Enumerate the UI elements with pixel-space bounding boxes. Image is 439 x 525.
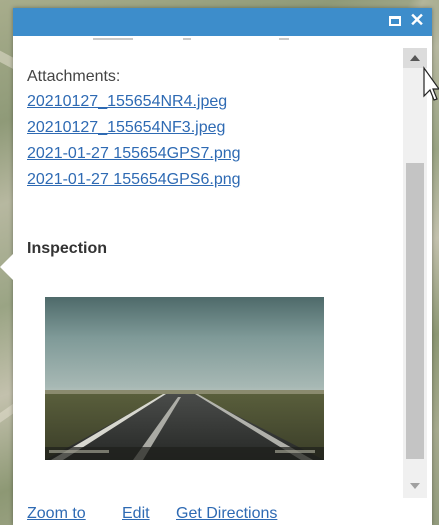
attachment-link[interactable]: 2021-01-27 155654GPS6.png xyxy=(27,171,241,189)
inspection-photo[interactable] xyxy=(45,297,324,460)
get-directions-link[interactable]: Get Directions xyxy=(176,505,277,523)
edit-link[interactable]: Edit xyxy=(122,505,150,523)
attachment-link[interactable]: 20210127_155654NF3.jpeg xyxy=(27,119,225,137)
scroll-down-icon[interactable] xyxy=(403,476,427,496)
scroll-thumb[interactable] xyxy=(406,163,424,459)
attachment-link[interactable]: 20210127_155654NR4.jpeg xyxy=(27,93,227,111)
zoom-to-link[interactable]: Zoom to xyxy=(27,505,86,523)
popup-window: ✕ Attachments: 20210127_155654NR4.jpeg 2… xyxy=(13,8,432,525)
section-title: Inspection xyxy=(27,240,108,257)
close-icon[interactable]: ✕ xyxy=(409,11,425,29)
popup-header: ✕ xyxy=(13,8,432,36)
cursor-icon xyxy=(423,66,439,101)
popup-pointer xyxy=(0,254,13,280)
maximize-icon[interactable] xyxy=(389,16,401,26)
attachment-link[interactable]: 2021-01-27 155654GPS7.png xyxy=(27,145,241,163)
truncated-content xyxy=(13,36,403,50)
scrollbar[interactable] xyxy=(403,48,427,498)
attachments-label: Attachments: xyxy=(27,68,121,85)
scroll-up-icon[interactable] xyxy=(403,48,427,68)
